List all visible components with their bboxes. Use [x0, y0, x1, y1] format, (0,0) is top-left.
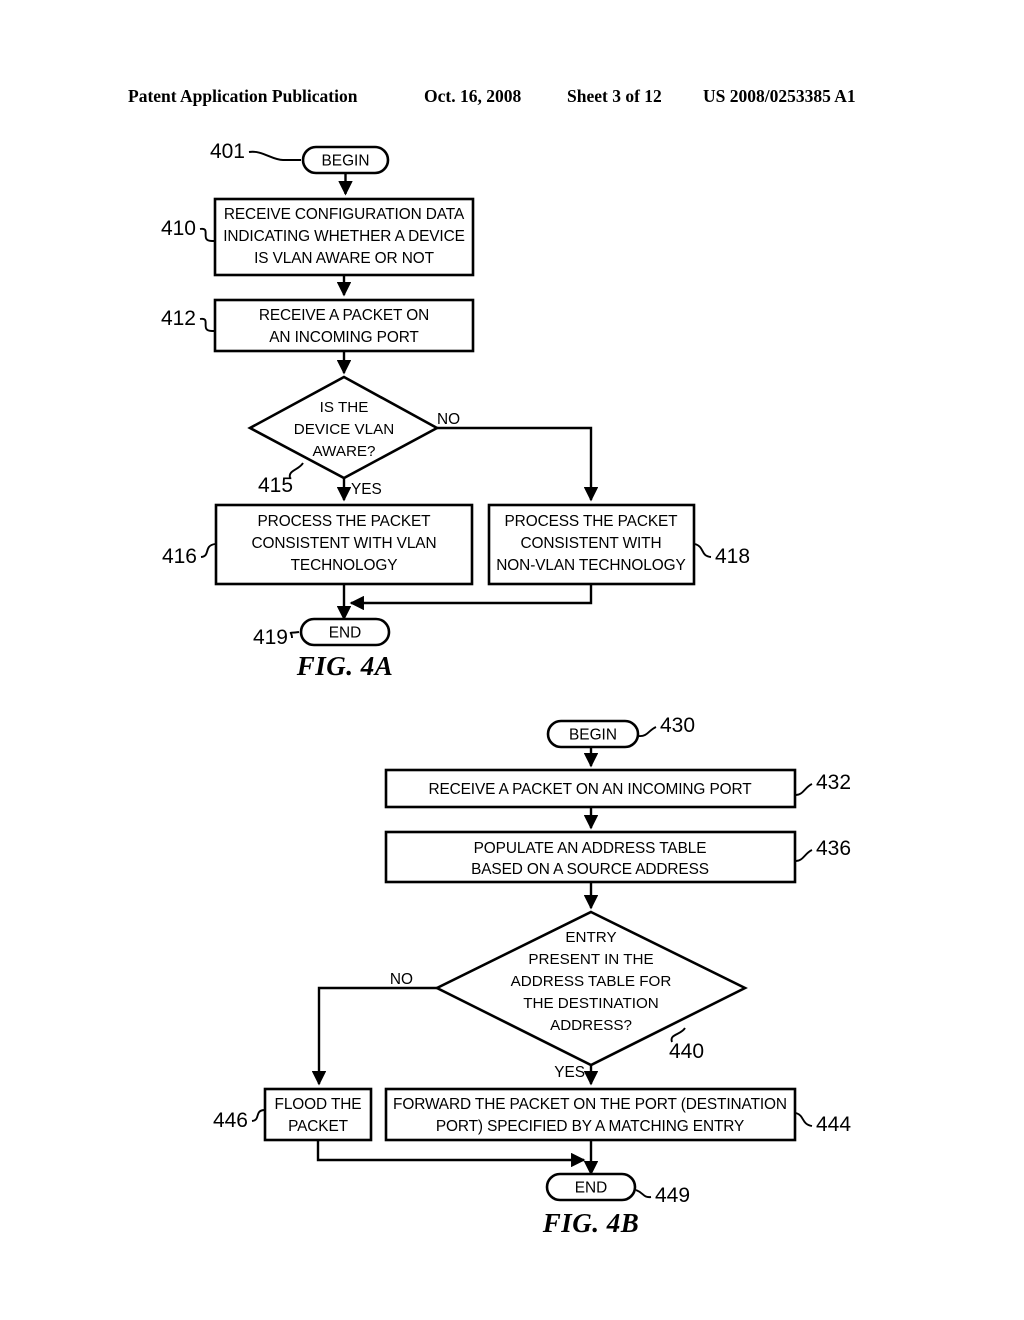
svg-text:RECEIVE A PACKET ON: RECEIVE A PACKET ON — [259, 307, 429, 324]
node-step-444: FORWARD THE PACKET ON THE PORT (DESTINAT… — [384, 1087, 797, 1142]
ref-410: 410 — [161, 217, 214, 242]
node-step-412: RECEIVE A PACKET ON AN INCOMING PORT — [213, 298, 475, 353]
figure-4b-caption: FIG. 4B — [542, 1208, 640, 1238]
svg-text:410: 410 — [161, 217, 196, 240]
svg-text:446: 446 — [213, 1109, 248, 1132]
svg-text:FORWARD THE PACKET ON THE PORT: FORWARD THE PACKET ON THE PORT (DESTINAT… — [393, 1096, 787, 1113]
svg-text:BASED ON A SOURCE ADDRESS: BASED ON A SOURCE ADDRESS — [471, 861, 709, 878]
svg-text:432: 432 — [816, 771, 851, 794]
ref-401: 401 — [210, 140, 301, 163]
node-end-419-label: END — [329, 625, 362, 642]
branch-label-415-yes: YES — [351, 481, 382, 498]
svg-text:418: 418 — [715, 545, 750, 568]
svg-text:416: 416 — [162, 545, 197, 568]
svg-text:CONSISTENT WITH VLAN: CONSISTENT WITH VLAN — [252, 535, 437, 552]
node-step-432: RECEIVE A PACKET ON AN INCOMING PORT — [384, 768, 797, 809]
node-step-410: RECEIVE CONFIGURATION DATA INDICATING WH… — [213, 197, 475, 277]
svg-text:FLOOD THE: FLOOD THE — [275, 1096, 362, 1113]
svg-text:RECEIVE A PACKET ON AN INCOMIN: RECEIVE A PACKET ON AN INCOMING PORT — [428, 781, 752, 798]
svg-text:ADDRESS TABLE FOR: ADDRESS TABLE FOR — [511, 973, 672, 990]
svg-text:ADDRESS?: ADDRESS? — [550, 1017, 632, 1034]
svg-text:440: 440 — [669, 1040, 704, 1063]
branch-label-415-no: NO — [437, 411, 460, 428]
ref-419: 419 — [253, 626, 300, 649]
svg-text:AWARE?: AWARE? — [312, 443, 375, 460]
node-step-436: POPULATE AN ADDRESS TABLE BASED ON A SOU… — [384, 830, 797, 884]
ref-430: 430 — [638, 714, 695, 737]
svg-text:449: 449 — [655, 1184, 690, 1207]
svg-text:CONSISTENT WITH: CONSISTENT WITH — [520, 535, 661, 552]
node-end-449-label: END — [575, 1180, 608, 1197]
svg-text:INDICATING WHETHER A DEVICE: INDICATING WHETHER A DEVICE — [223, 228, 465, 245]
svg-text:401: 401 — [210, 140, 245, 163]
node-begin-401-label: BEGIN — [322, 153, 370, 170]
svg-text:PROCESS THE PACKET: PROCESS THE PACKET — [505, 513, 679, 530]
svg-text:PROCESS THE PACKET: PROCESS THE PACKET — [258, 513, 432, 530]
figure-4a: BEGIN 401 RECEIVE CONFIGURATION DATA IND… — [161, 140, 750, 681]
node-step-418: PROCESS THE PACKET CONSISTENT WITH NON-V… — [487, 503, 696, 586]
svg-text:419: 419 — [253, 626, 288, 649]
svg-text:POPULATE AN ADDRESS TABLE: POPULATE AN ADDRESS TABLE — [474, 840, 707, 857]
svg-text:PACKET: PACKET — [288, 1118, 349, 1135]
branch-label-440-yes: YES — [554, 1064, 585, 1081]
svg-text:IS VLAN AWARE OR NOT: IS VLAN AWARE OR NOT — [254, 250, 435, 267]
svg-text:ENTRY: ENTRY — [565, 929, 616, 946]
figure-4b: BEGIN 430 RECEIVE A PACKET ON AN INCOMIN… — [213, 714, 851, 1238]
svg-text:AN INCOMING PORT: AN INCOMING PORT — [269, 329, 419, 346]
ref-418: 418 — [694, 543, 750, 568]
svg-text:IS THE: IS THE — [320, 399, 369, 416]
svg-text:PRESENT IN THE: PRESENT IN THE — [528, 951, 653, 968]
svg-text:NON-VLAN TECHNOLOGY: NON-VLAN TECHNOLOGY — [496, 557, 685, 574]
node-begin-430: BEGIN — [546, 719, 640, 749]
ref-412: 412 — [161, 307, 214, 332]
ref-444: 444 — [795, 1112, 851, 1136]
node-decision-415: IS THE DEVICE VLAN AWARE? — [247, 375, 440, 480]
ref-432: 432 — [795, 771, 851, 796]
svg-text:PORT) SPECIFIED BY A MATCHING: PORT) SPECIFIED BY A MATCHING ENTRY — [436, 1118, 744, 1135]
node-begin-430-label: BEGIN — [569, 727, 617, 744]
edge-446-merge — [316, 1140, 586, 1168]
edge-440-446 — [311, 986, 437, 1086]
ref-436: 436 — [795, 837, 851, 862]
ref-415: 415 — [258, 462, 304, 497]
node-end-419: END — [299, 617, 391, 647]
svg-text:436: 436 — [816, 837, 851, 860]
ref-440: 440 — [669, 1027, 704, 1063]
ref-449: 449 — [635, 1184, 690, 1207]
node-end-449: END — [545, 1172, 637, 1202]
node-step-416: PROCESS THE PACKET CONSISTENT WITH VLAN … — [214, 503, 474, 586]
figure-sheet: BEGIN 401 RECEIVE CONFIGURATION DATA IND… — [161, 140, 851, 1238]
svg-text:THE DESTINATION: THE DESTINATION — [523, 995, 659, 1012]
edge-418-merge — [349, 584, 593, 611]
svg-text:444: 444 — [816, 1113, 851, 1136]
ref-446: 446 — [213, 1109, 265, 1132]
node-step-446: FLOOD THE PACKET — [263, 1087, 373, 1142]
edge-415-418 — [437, 426, 599, 502]
node-begin-401: BEGIN — [301, 145, 390, 175]
svg-text:412: 412 — [161, 307, 196, 330]
branch-label-440-no: NO — [390, 971, 413, 988]
svg-text:DEVICE VLAN: DEVICE VLAN — [294, 421, 394, 438]
svg-text:415: 415 — [258, 474, 293, 497]
svg-text:TECHNOLOGY: TECHNOLOGY — [291, 557, 398, 574]
svg-text:RECEIVE CONFIGURATION DATA: RECEIVE CONFIGURATION DATA — [224, 206, 465, 223]
ref-416: 416 — [162, 543, 216, 568]
figure-4a-caption: FIG. 4A — [296, 651, 394, 681]
svg-text:430: 430 — [660, 714, 695, 737]
